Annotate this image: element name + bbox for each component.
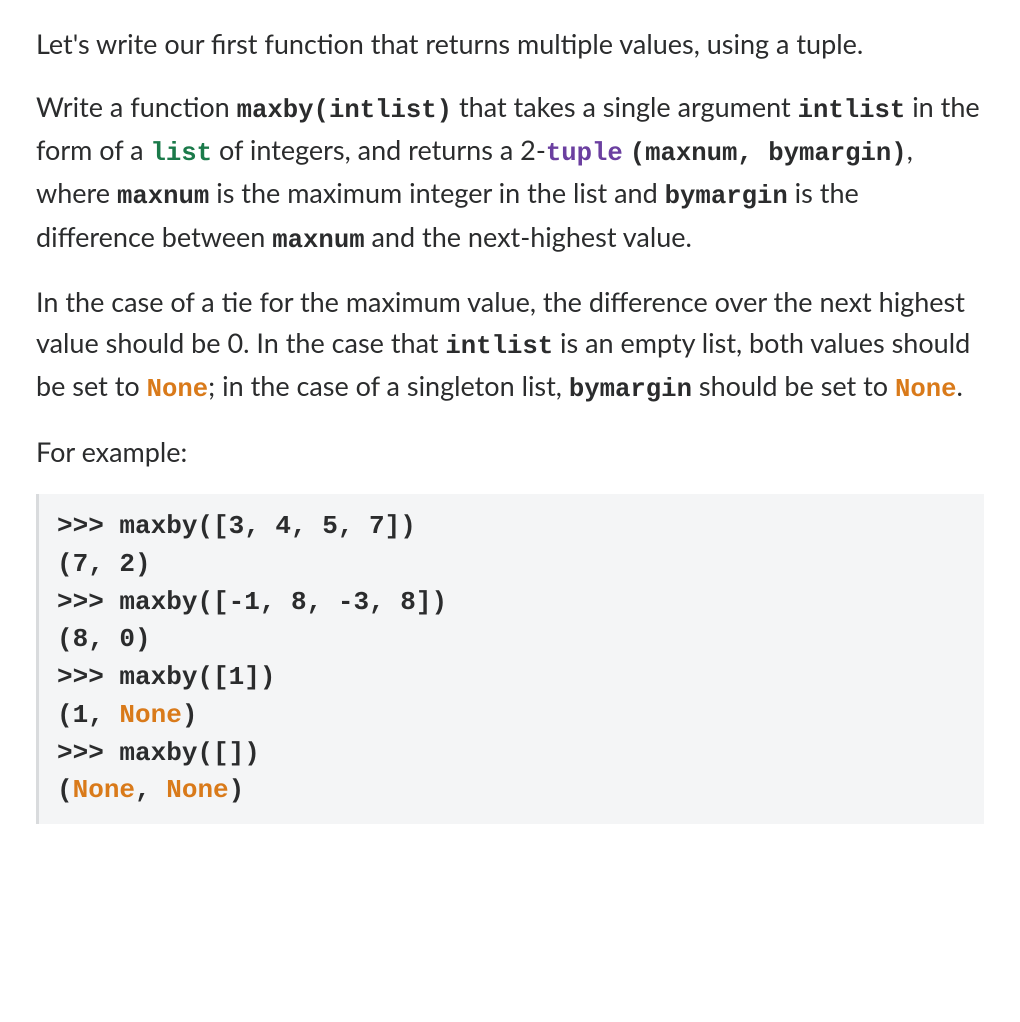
text: Write a function — [36, 90, 237, 123]
code-inline-intlist-2: intlist — [445, 332, 553, 361]
code-line: , — [135, 775, 166, 805]
keyword-list: list — [151, 139, 213, 168]
token-none: None — [73, 775, 135, 805]
keyword-none-2: None — [895, 375, 957, 404]
paragraph-intro: Let's write our first function that retu… — [36, 24, 984, 65]
keyword-none: None — [147, 375, 209, 404]
code-inline-bymargin: bymargin — [665, 182, 788, 211]
code-inline-maxnum: maxnum — [117, 182, 209, 211]
paragraph-example-label: For example: — [36, 432, 984, 473]
code-line: (7, 2) — [57, 549, 151, 579]
code-inline-maxby-sig: maxby(intlist) — [237, 96, 452, 125]
text: ; in the case of a singleton list, — [208, 369, 569, 402]
keyword-tuple: tuple — [546, 139, 623, 168]
code-inline-maxnum-2: maxnum — [272, 226, 364, 255]
text: is the maximum integer in the list and — [209, 176, 664, 209]
code-line: ) — [182, 700, 198, 730]
code-line: >>> maxby([]) — [57, 738, 260, 768]
token-none: None — [166, 775, 228, 805]
text: of integers, and returns a 2- — [212, 133, 546, 166]
token-none: None — [119, 700, 181, 730]
code-line: ) — [229, 775, 245, 805]
code-line: >>> maxby([3, 4, 5, 7]) — [57, 511, 416, 541]
code-line: (8, 0) — [57, 624, 151, 654]
code-inline-bymargin-2: bymargin — [569, 375, 692, 404]
paragraph-edgecases: In the case of a tie for the maximum val… — [36, 282, 984, 409]
text: and the next-highest value. — [365, 220, 692, 253]
code-line: >>> maxby([-1, 8, -3, 8]) — [57, 587, 447, 617]
text: Let's write our first function that retu… — [36, 27, 863, 60]
code-line: ( — [57, 775, 73, 805]
text: that takes a single argument — [452, 90, 798, 123]
code-line: (1, — [57, 700, 119, 730]
code-inline-intlist: intlist — [798, 96, 906, 125]
code-example-block: >>> maxby([3, 4, 5, 7]) (7, 2) >>> maxby… — [36, 494, 984, 824]
code-inline-return-tuple: (maxnum, bymargin) — [630, 139, 907, 168]
text: For example: — [36, 435, 187, 468]
text: should be set to — [692, 369, 895, 402]
text: . — [957, 369, 963, 402]
code-line: >>> maxby([1]) — [57, 662, 275, 692]
paragraph-spec: Write a function maxby(intlist) that tak… — [36, 87, 984, 261]
